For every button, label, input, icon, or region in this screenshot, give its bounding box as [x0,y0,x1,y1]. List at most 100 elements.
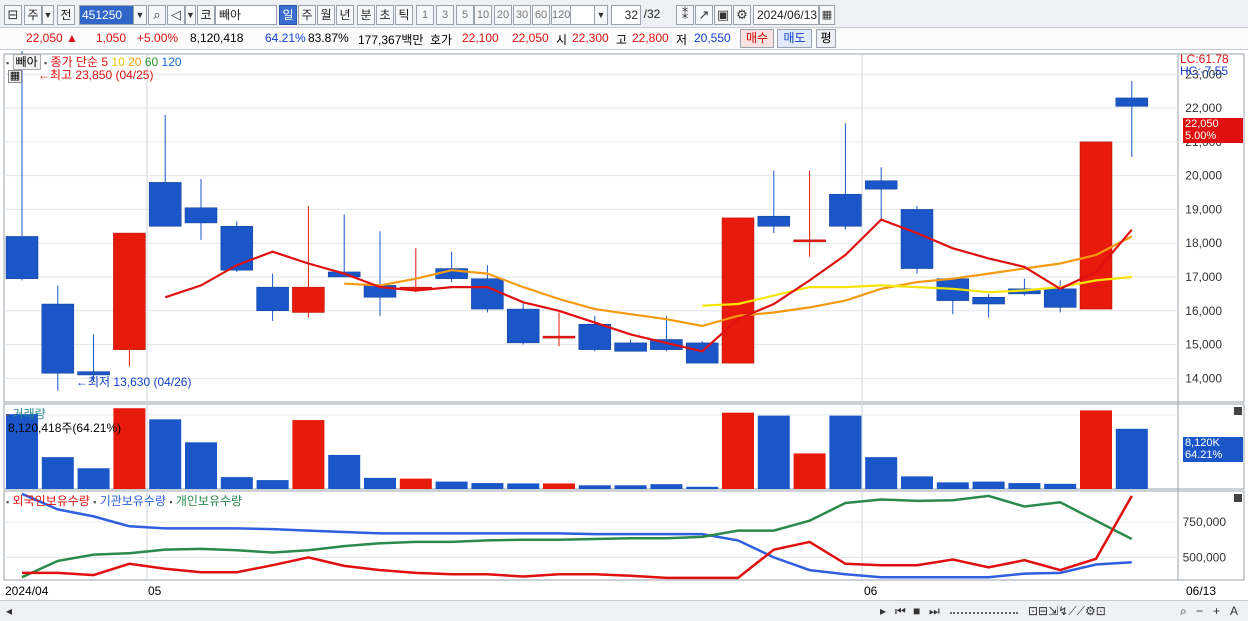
chevron-down-icon[interactable]: ▼ [594,5,608,25]
stop-icon[interactable]: ■ [913,604,920,618]
eval-button[interactable]: 평 [816,29,836,48]
high-value: 22,800 [632,31,669,45]
scroll-left-icon[interactable]: ◂ [6,604,12,618]
timeframe-button[interactable]: 년 [336,5,354,25]
arrow-left-icon: ← [38,68,50,82]
volume-bar [614,485,647,489]
sell-button[interactable]: 매도 [777,29,812,48]
chevron-down-icon[interactable]: ▼ [133,5,147,25]
calendar-icon[interactable]: ▦ [8,70,22,83]
price-tick-label: 20,000 [1185,169,1222,183]
volume-bar [686,486,719,489]
rewind-icon[interactable]: ⏮ [895,604,906,619]
timeframe-button[interactable]: 분 [357,5,375,25]
pane-menu-icon[interactable]: ▪ [169,497,172,507]
change-value: 1,050 [96,31,127,45]
gear-icon[interactable]: ⚙ [733,5,751,25]
zoom-in-icon[interactable]: + [1213,604,1220,618]
volume-bar [829,415,862,489]
chart-area[interactable]: 14,000 15,000 16,000 17,000 18,000 19,000 20,0… [0,51,1248,601]
current-pct-tag: 5.00% [1183,130,1243,143]
volume-bar [650,484,683,489]
pane-menu-icon[interactable]: ▪ [93,497,96,507]
candle-body [148,182,182,227]
ask-value: 22,050 [512,31,549,45]
timeframe-button[interactable]: 틱 [395,5,413,25]
chevron-down-icon[interactable]: ▼ [185,5,196,25]
search-icon[interactable]: ⌕ [148,5,166,25]
open-label: 시 [556,33,568,47]
candle-body [542,335,576,339]
close-icon [1234,407,1242,415]
draw-tool-icon[interactable]: ↗ [695,5,713,25]
arrow-left-icon: ← [76,375,88,389]
candle-body [5,236,39,279]
candle-body [41,303,75,374]
volume-value-label: 8,120,418주(64.21%) [8,421,122,435]
zoom-out-icon[interactable]: − [1196,604,1203,618]
max-annotation: ←최고 23,850 (04/25) [38,66,153,83]
change-percent: +5.00% [137,31,179,45]
candle-body [721,217,755,364]
volume-bar [865,457,898,489]
stock-name-field[interactable]: 빼아 [215,5,277,25]
candle-body [113,232,146,350]
volume-bar [1008,483,1041,489]
search-icon[interactable]: ⌕ [1180,604,1187,619]
period-button[interactable]: 주 [24,5,42,25]
play-icon[interactable]: ▸ [880,604,886,618]
volume-bar [1080,410,1112,489]
volume-bar [328,454,361,489]
stock-code-input[interactable]: 451250 [79,5,137,25]
volume-bar [1044,483,1077,489]
calendar-icon[interactable]: ▦ [819,5,835,25]
scroll-bar[interactable]: ◂ ▸ ⏮ ■ ⏭ ⊡⊟⇲↯⟋⟋⚙⊡ ⌕ − + A [0,600,1248,621]
candle-body [471,278,504,310]
interval-button[interactable]: 10 [474,5,492,25]
interval-button[interactable]: 120 [551,5,571,25]
date-input[interactable]: 2024/06/13 [753,5,819,25]
interval-button[interactable]: 1 [416,5,434,25]
timeframe-button[interactable]: 초 [376,5,394,25]
interval-button[interactable]: 30 [513,5,531,25]
volume-bar [41,457,74,489]
prev-button[interactable]: 전 [57,5,75,25]
volume-bar [1115,428,1148,489]
buy-button[interactable]: 매수 [740,29,774,48]
price-tick-label: 15,000 [1185,338,1222,352]
legend-foreign: 외국인보유수량 [12,494,90,508]
font-size-icon[interactable]: A [1230,604,1238,618]
legend-individual: 개인보유수량 [175,494,243,508]
volume-bar [507,483,540,489]
pane-menu-icon[interactable]: ▪ [6,497,9,507]
zoom-slider[interactable] [950,604,1018,614]
pane-menu-icon[interactable]: ▪ [6,58,9,68]
low-label: 저 [676,33,688,47]
timeframe-button[interactable]: 주 [298,5,316,25]
price-tick-label: 14,000 [1185,371,1222,385]
timeframe-button[interactable]: 월 [317,5,335,25]
interval-button[interactable]: 60 [532,5,550,25]
interval-button[interactable]: 20 [494,5,512,25]
interval-button[interactable]: 5 [456,5,474,25]
volume-bar [972,481,1005,489]
xaxis-label-apr: 2024/04 [5,584,49,598]
count-input[interactable]: 32 [611,5,641,25]
interval-button[interactable]: 3 [436,5,454,25]
volume-bar [543,483,575,489]
xaxis-label-may: 05 [148,584,162,598]
forward-icon[interactable]: ⏭ [929,604,940,619]
volume-bar [757,415,790,489]
holdings-tick-label: 750,000 [1183,515,1227,529]
candle-body [1115,97,1149,107]
speaker-icon[interactable]: ◁ [167,5,185,25]
timeframe-button[interactable]: 일 [279,5,297,25]
bid-label: 호가 [430,33,453,47]
window-icon[interactable]: ⊟ [4,5,22,25]
volume-bar [292,420,325,489]
save-icon[interactable]: ▣ [714,5,732,25]
chevron-down-icon[interactable]: ▼ [42,5,54,25]
chart-svg[interactable]: 14,000 15,000 16,000 17,000 18,000 19,000 20,0… [0,51,1248,601]
zoom-icon[interactable]: ⁑ [676,5,694,25]
tool-icons[interactable]: ⊡⊟⇲↯⟋⟋⚙⊡ [1028,604,1106,619]
